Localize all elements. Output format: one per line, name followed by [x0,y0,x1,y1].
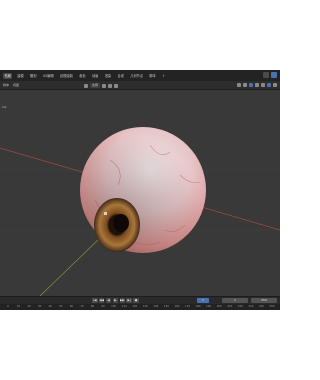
tab-sculpting[interactable]: 雕刻 [29,73,38,79]
xray-icon[interactable] [255,82,259,87]
orientation-icon[interactable] [84,83,88,88]
specular-highlight [104,212,107,215]
frame-tick-label: 30 [38,305,42,308]
proportional-icon[interactable] [114,83,119,88]
tab-animation[interactable]: 动画 [90,73,99,79]
current-frame-field[interactable]: 1 [197,298,209,303]
viewport-canvas [0,127,280,296]
play-button[interactable]: ▶ [112,298,119,303]
frame-tick-label: 110 [121,305,127,308]
shading-controls [237,82,277,87]
object-menu[interactable]: 物体 [3,83,9,87]
timeline: |◀ ◀◀ ◀ ▶ ▶▶ ▶| ● 1 1 250 0 10 20 30 40 50 60 7… [0,296,280,310]
frame-range: 1 1 250 [197,298,277,303]
material-shading-icon[interactable] [267,82,271,87]
frame-tick-label: 20 [27,305,31,308]
frame-tick-label: 160 [174,305,180,308]
frame-tick-label: 100 [111,305,117,308]
tab-compositing[interactable]: 合成 [116,73,125,79]
pivot-icon[interactable] [102,83,107,88]
3d-viewport[interactable]: ms [0,90,280,296]
prev-keyframe-button[interactable]: ◀◀ [98,298,105,303]
frame-tick-label: 60 [69,305,74,308]
tab-geometry-nodes[interactable]: 几何节点 [129,73,145,79]
tab-scripting[interactable]: 脚本 [148,73,157,79]
workspace-tabs: 布局 建模 雕刻 UV编辑 纹理绘制 着色 动画 渲染 合成 几何节点 脚本 + [0,70,280,81]
frame-tick-label: 10 [16,305,21,308]
frame-tick-label: 170 [185,305,190,308]
playback-controls: |◀ ◀◀ ◀ ▶ ▶▶ ▶| ● [92,298,139,303]
tab-texture-paint[interactable]: 纹理绘制 [59,73,75,79]
overlay-icon[interactable] [249,82,253,87]
transform-orientation-dropdown[interactable]: 全局 [90,83,101,88]
frame-tick-label: 250 [269,305,275,308]
frame-tick-label: 90 [101,305,105,308]
topbar-controls [263,72,277,78]
viewport-stat: ms [2,105,7,109]
next-keyframe-button[interactable]: ▶▶ [119,298,126,303]
blender-window: 布局 建模 雕刻 UV编辑 纹理绘制 着色 动画 渲染 合成 几何节点 脚本 +… [0,70,280,310]
frame-tick-label: 120 [132,305,138,308]
record-button[interactable]: ● [133,298,139,303]
frame-tick-label: 80 [90,305,95,308]
frame-tick-label: 240 [258,305,264,308]
frame-ruler[interactable]: 0 10 20 30 40 50 60 70 80 90 100 110 120 130 140 150 160… [0,304,280,310]
jump-start-button[interactable]: |◀ [92,298,98,303]
frame-tick-label: 140 [153,305,159,308]
solid-shading-icon[interactable] [261,82,265,87]
frame-tick-label: 50 [59,305,63,308]
scene-icon[interactable] [263,72,269,78]
frame-tick-label: 40 [48,305,52,308]
add-workspace-button[interactable]: + [161,73,167,78]
eyeball-object[interactable] [80,127,206,253]
snap-icon[interactable] [108,83,113,88]
transform-tools: 全局 [84,83,119,88]
frame-tick-label: 130 [142,305,148,308]
frame-tick-label: 150 [163,305,169,308]
tab-modeling[interactable]: 建模 [16,73,25,79]
jump-end-button[interactable]: ▶| [126,298,132,303]
rendered-shading-icon[interactable] [273,82,277,87]
gizmo-icon[interactable] [243,82,247,87]
frame-tick-label: 190 [206,305,212,308]
viewport-header: 物体 视图 全局 [0,81,280,90]
tab-layout[interactable]: 布局 [3,72,13,79]
frame-tick-label: 220 [237,305,243,308]
view-layer-icon[interactable] [271,72,277,78]
frame-tick-label: 0 [7,305,9,308]
end-frame-field[interactable]: 250 [251,298,277,303]
frame-tick-label: 180 [195,305,201,308]
frame-tick-label: 70 [80,305,84,308]
tab-shading[interactable]: 着色 [78,73,87,79]
frame-tick-label: 210 [227,305,233,308]
start-frame-field[interactable]: 1 [222,298,248,303]
tab-rendering[interactable]: 渲染 [103,73,112,79]
frame-tick-label: 200 [216,305,222,308]
frame-tick-label: 230 [248,305,254,308]
view-menu[interactable]: 视图 [13,83,19,87]
play-reverse-button[interactable]: ◀ [105,298,112,303]
pupil [113,214,129,232]
tab-uv-editing[interactable]: UV编辑 [41,73,55,79]
visibility-icon[interactable] [237,82,241,87]
